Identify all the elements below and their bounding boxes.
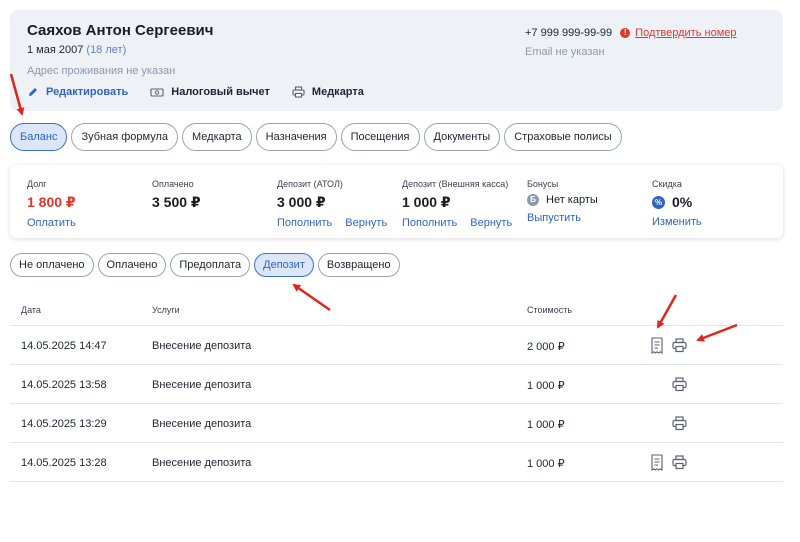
row-actions bbox=[650, 415, 700, 433]
deposit-cash-value: 1 000 ₽ bbox=[402, 194, 451, 210]
table-row: 14.05.2025 13:28 Внесение депозита 1 000 ₽ bbox=[10, 443, 783, 482]
deposit-cash-refund-link[interactable]: Вернуть bbox=[470, 217, 512, 229]
transactions-table: Дата Услуги Стоимость 14.05.2025 14:47 Вн… bbox=[10, 297, 783, 482]
bonus-label: Бонусы bbox=[527, 179, 559, 189]
print-icon[interactable] bbox=[672, 416, 687, 431]
cell-service: Внесение депозита bbox=[152, 379, 252, 391]
header-cost: Стоимость bbox=[527, 305, 573, 315]
metric-paid: Оплачено 3 500 ₽ bbox=[152, 179, 201, 211]
tab-documents[interactable]: Документы bbox=[423, 123, 501, 151]
table-row: 14.05.2025 13:29 Внесение депозита 1 000 ₽ bbox=[10, 404, 783, 443]
pencil-icon bbox=[29, 88, 37, 96]
table-body: 14.05.2025 14:47 Внесение депозита 2 000 ₽… bbox=[10, 326, 783, 482]
row-actions bbox=[650, 454, 700, 472]
metric-discount: Скидка % 0% Изменить bbox=[652, 179, 715, 228]
row-actions bbox=[650, 376, 700, 394]
phone-number: +7 999 999-99-99 bbox=[525, 27, 613, 39]
row-actions bbox=[650, 337, 700, 355]
cell-cost: 2 000 ₽ bbox=[527, 341, 565, 353]
phone-row: +7 999 999-99-99 ! Подтвердить номер bbox=[525, 27, 737, 39]
discount-label: Скидка bbox=[652, 179, 682, 189]
tab-balance[interactable]: Баланс bbox=[10, 123, 68, 151]
filter-prepayment[interactable]: Предоплата bbox=[170, 253, 251, 277]
cell-date: 14.05.2025 14:47 bbox=[21, 340, 107, 352]
deposit-atol-label: Депозит (АТОЛ) bbox=[277, 179, 343, 189]
cell-service: Внесение депозита bbox=[152, 418, 252, 430]
percent-icon: % bbox=[652, 195, 665, 209]
header-date: Дата bbox=[21, 305, 41, 315]
issue-card-link[interactable]: Выпустить bbox=[527, 212, 581, 224]
printer-icon bbox=[292, 86, 305, 98]
print-icon[interactable] bbox=[672, 338, 687, 353]
debt-label: Долг bbox=[27, 179, 47, 189]
table-row: 14.05.2025 13:58 Внесение депозита 1 000 ₽ bbox=[10, 365, 783, 404]
filter-paid[interactable]: Оплачено bbox=[97, 253, 167, 277]
patient-tabs: Баланс Зубная формула Медкарта Назначени… bbox=[10, 123, 626, 151]
deposit-atol-topup-link[interactable]: Пополнить bbox=[277, 217, 332, 229]
tax-deduction-label: Налоговый вычет bbox=[171, 86, 270, 98]
patient-actions: Редактировать Налоговый вычет Медкарта bbox=[27, 86, 386, 98]
tab-visits[interactable]: Посещения bbox=[340, 123, 420, 151]
filter-deposit[interactable]: Депозит bbox=[254, 253, 314, 277]
change-discount-link[interactable]: Изменить bbox=[652, 216, 702, 228]
warning-icon: ! bbox=[620, 28, 631, 38]
balance-summary-card: Долг 1 800 ₽ Оплатить Оплачено 3 500 ₽ Д… bbox=[10, 165, 783, 238]
birth-info: 1 мая 2007 (18 лет) bbox=[27, 44, 126, 56]
print-icon[interactable] bbox=[672, 455, 687, 470]
cell-date: 14.05.2025 13:29 bbox=[21, 418, 107, 430]
filter-unpaid[interactable]: Не оплачено bbox=[10, 253, 94, 277]
banknote-icon bbox=[150, 87, 164, 97]
email-text: Email не указан bbox=[525, 46, 605, 58]
pay-link[interactable]: Оплатить bbox=[27, 217, 76, 229]
patient-address: Адрес проживания не указан bbox=[27, 65, 176, 77]
table-row: 14.05.2025 14:47 Внесение депозита 2 000 ₽ bbox=[10, 326, 783, 365]
paid-value: 3 500 ₽ bbox=[152, 194, 201, 210]
bonus-value-row: Б Нет карты bbox=[527, 194, 598, 206]
cell-cost: 1 000 ₽ bbox=[527, 458, 565, 470]
cell-cost: 1 000 ₽ bbox=[527, 380, 565, 392]
receipt-icon[interactable] bbox=[650, 337, 664, 354]
paid-label: Оплачено bbox=[152, 179, 194, 189]
metric-bonus: Бонусы Б Нет карты Выпустить bbox=[527, 179, 598, 224]
cell-service: Внесение депозита bbox=[152, 457, 252, 469]
cell-date: 14.05.2025 13:58 bbox=[21, 379, 107, 391]
filter-returned[interactable]: Возвращено bbox=[317, 253, 400, 277]
medcard-label: Медкарта bbox=[311, 86, 364, 98]
deposit-atol-refund-link[interactable]: Вернуть bbox=[345, 217, 387, 229]
metric-deposit-cash: Депозит (Внешняя касса) 1 000 ₽ Пополнит… bbox=[402, 179, 525, 229]
birth-date: 1 мая 2007 bbox=[27, 44, 84, 56]
patient-header-card: Саяхов Антон Сергеевич 1 мая 2007 (18 ле… bbox=[10, 10, 783, 111]
edit-button[interactable]: Редактировать bbox=[27, 86, 128, 98]
deposit-cash-topup-link[interactable]: Пополнить bbox=[402, 217, 457, 229]
deposit-atol-value: 3 000 ₽ bbox=[277, 194, 326, 210]
print-icon[interactable] bbox=[672, 377, 687, 392]
tab-medcard[interactable]: Медкарта bbox=[182, 123, 252, 151]
deposit-cash-label: Депозит (Внешняя касса) bbox=[402, 179, 509, 189]
cell-date: 14.05.2025 13:28 bbox=[21, 457, 107, 469]
bonus-icon: Б bbox=[527, 194, 539, 206]
tax-deduction-button[interactable]: Налоговый вычет bbox=[150, 86, 270, 98]
payment-filters: Не оплачено Оплачено Предоплата Депозит … bbox=[10, 253, 404, 277]
discount-value: 0% bbox=[672, 194, 693, 210]
edit-label: Редактировать bbox=[46, 86, 129, 98]
header-service: Услуги bbox=[152, 305, 180, 315]
metric-debt: Долг 1 800 ₽ Оплатить bbox=[27, 179, 89, 229]
tab-appointments[interactable]: Назначения bbox=[255, 123, 337, 151]
bonus-value: Нет карты bbox=[546, 194, 598, 206]
receipt-icon[interactable] bbox=[650, 454, 664, 471]
table-header: Дата Услуги Стоимость bbox=[10, 297, 783, 326]
tab-insurance[interactable]: Страховые полисы bbox=[504, 123, 622, 151]
cell-cost: 1 000 ₽ bbox=[527, 419, 565, 431]
confirm-phone-link[interactable]: Подтвердить номер bbox=[635, 27, 736, 39]
debt-value: 1 800 ₽ bbox=[27, 194, 76, 210]
metric-deposit-atol: Депозит (АТОЛ) 3 000 ₽ Пополнить Вернуть bbox=[277, 179, 400, 229]
cell-service: Внесение депозита bbox=[152, 340, 252, 352]
patient-age: (18 лет) bbox=[86, 44, 127, 56]
tab-dental-formula[interactable]: Зубная формула bbox=[71, 123, 178, 151]
discount-value-row: % 0% bbox=[652, 194, 715, 210]
patient-name: Саяхов Антон Сергеевич bbox=[27, 22, 214, 39]
medcard-button[interactable]: Медкарта bbox=[292, 86, 364, 98]
